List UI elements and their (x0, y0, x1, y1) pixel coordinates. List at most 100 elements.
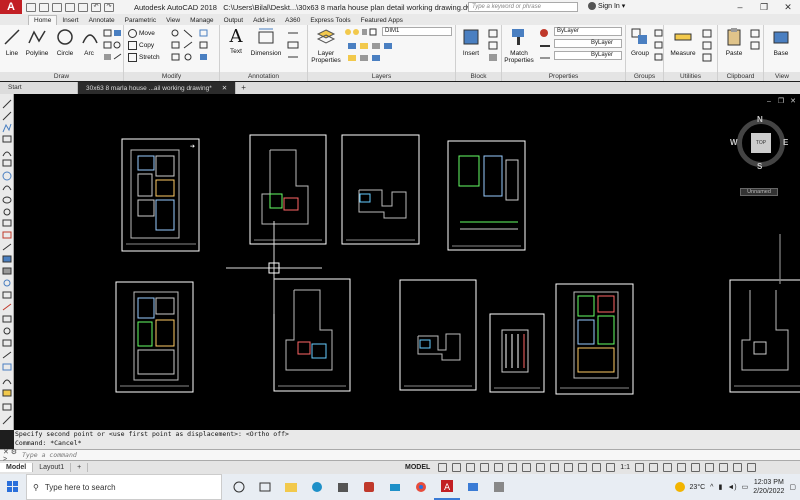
taskbar-search-input[interactable]: ⚲ Type here to search (26, 474, 222, 500)
edge-browser-icon[interactable] (304, 474, 330, 500)
app-icon[interactable] (486, 474, 512, 500)
base-button[interactable]: Base (768, 27, 794, 57)
sign-in-button[interactable]: Sign In ▾ (588, 2, 625, 10)
sheet-7[interactable] (399, 279, 477, 391)
clean-screen-icon[interactable] (733, 463, 743, 472)
view-cube[interactable]: TOP N S E W (730, 115, 788, 171)
command-input[interactable] (22, 451, 422, 459)
annotation-panel-title[interactable]: Annotation (220, 72, 307, 81)
linetype-dropdown[interactable]: ByLayer (554, 39, 622, 48)
block-extra-icons[interactable] (488, 29, 500, 65)
isodraft-icon[interactable] (494, 463, 504, 472)
compass-east[interactable]: E (783, 138, 788, 147)
new-tab-button[interactable]: + (236, 82, 251, 94)
circle-button[interactable]: Circle (54, 27, 76, 57)
redo-icon[interactable]: ↷ (104, 2, 114, 12)
layer-dropdown[interactable]: DIM1 (382, 27, 452, 36)
lineweight-dropdown[interactable]: ByLayer (554, 51, 622, 60)
utilities-extra-icons[interactable] (702, 29, 716, 65)
sheet-3[interactable] (341, 134, 420, 245)
transparency-icon[interactable] (550, 463, 560, 472)
tab-manage[interactable]: Manage (185, 16, 219, 25)
text-button[interactable]: A Text (226, 27, 246, 56)
draw-panel-title[interactable]: Draw (0, 72, 123, 81)
close-tab-icon[interactable]: ✕ (222, 85, 227, 92)
layer-tools-icons[interactable] (346, 41, 450, 67)
tab-express-tools[interactable]: Express Tools (305, 16, 355, 25)
ortho-icon[interactable] (466, 463, 476, 472)
save-icon[interactable] (52, 2, 62, 12)
view-cube-top-face[interactable]: TOP (751, 133, 771, 153)
isolate-objects-icon[interactable] (705, 463, 715, 472)
close-icon[interactable]: ✕ (776, 0, 800, 14)
photos-icon[interactable] (460, 474, 486, 500)
insert-button[interactable]: Insert (458, 27, 484, 57)
compass-west[interactable]: W (730, 138, 738, 147)
tab-annotate[interactable]: Annotate (84, 16, 120, 25)
tab-home[interactable]: Home (28, 15, 58, 25)
dimension-button[interactable]: Dimension (250, 27, 282, 57)
drawing-sheets[interactable]: ➔ (14, 94, 800, 430)
snap-icon[interactable] (452, 463, 462, 472)
sheet-4[interactable] (447, 140, 526, 251)
arc-button[interactable]: Arc (80, 27, 98, 57)
model-tab[interactable]: Model (0, 463, 34, 472)
ucs-menu[interactable]: Unnamed (740, 188, 778, 196)
block-panel-title[interactable]: Block (456, 72, 501, 81)
notification-icon[interactable]: ▢ (789, 483, 796, 491)
media-player-icon[interactable] (356, 474, 382, 500)
modify-panel-title[interactable]: Modify (124, 72, 219, 81)
annotation-scale[interactable]: 1:1 (620, 464, 630, 471)
object-snap-icon[interactable] (522, 463, 532, 472)
tab-featured-apps[interactable]: Featured Apps (356, 16, 408, 25)
temperature[interactable]: 23°C (690, 484, 706, 491)
autocad-logo-icon[interactable]: A (0, 0, 22, 14)
measure-button[interactable]: Measure (668, 27, 698, 57)
windows-start-icon[interactable] (0, 474, 26, 500)
left-toolbar-icons[interactable] (0, 94, 14, 430)
layer-properties-button[interactable]: Layer Properties (310, 27, 342, 64)
file-explorer-icon[interactable] (278, 474, 304, 500)
polar-icon[interactable] (480, 463, 490, 472)
workspace-gear-icon[interactable] (635, 463, 645, 472)
tray-chevron-icon[interactable]: ^ (710, 484, 713, 491)
move-button[interactable]: Move (128, 29, 155, 38)
clipboard-extra-icons[interactable] (750, 29, 762, 65)
autocad-taskbar-icon[interactable]: A (434, 474, 460, 500)
layout1-tab[interactable]: Layout1 (33, 463, 72, 472)
tab-parametric[interactable]: Parametric (120, 16, 161, 25)
widgets-icon[interactable] (252, 474, 278, 500)
help-search-input[interactable]: Type a keyword or phrase (468, 2, 578, 12)
quick-properties-icon[interactable] (677, 463, 687, 472)
auto-scale-icon[interactable] (606, 463, 616, 472)
object-snap-tracking-icon[interactable] (508, 463, 518, 472)
color-dropdown[interactable]: ByLayer (554, 27, 622, 36)
polyline-button[interactable]: Polyline (24, 27, 50, 57)
maximize-icon[interactable]: ❐ (752, 0, 776, 14)
tab-add-ins[interactable]: Add-ins (248, 16, 280, 25)
clock[interactable]: 12:03 PM 2/20/2022 (753, 478, 784, 496)
battery-icon[interactable]: ▭ (742, 483, 749, 491)
modify-extra-icons[interactable] (170, 29, 218, 65)
drawing-tab[interactable]: 30x63 8 marla house ...ail working drawi… (78, 82, 237, 94)
group-button[interactable]: Group (628, 27, 652, 57)
hardware-acceleration-icon[interactable] (719, 463, 729, 472)
customization-menu-icon[interactable] (747, 463, 757, 472)
paste-button[interactable]: Paste (722, 27, 746, 57)
sheet-2[interactable] (249, 134, 327, 245)
sheet-10[interactable] (729, 279, 800, 393)
copy-button[interactable]: Copy (128, 41, 154, 50)
lineweight-icon[interactable] (536, 463, 546, 472)
groups-extra-icons[interactable] (654, 29, 664, 65)
drawing-canvas[interactable]: – ❐ ✕ ➔ TOP N S E W Unnamed (14, 94, 800, 430)
tab-a360[interactable]: A360 (280, 16, 305, 25)
compass-north[interactable]: N (757, 115, 763, 124)
clipboard-panel-title[interactable]: Clipboard (718, 72, 763, 81)
tab-insert[interactable]: Insert (57, 16, 83, 25)
sheet-5[interactable] (115, 281, 194, 393)
draw-extra-icons[interactable] (102, 29, 122, 65)
plot-icon[interactable] (78, 2, 88, 12)
sheet-6[interactable] (273, 278, 351, 392)
model-space-toggle[interactable]: MODEL (405, 464, 430, 471)
annotation-visibility-icon[interactable] (592, 463, 602, 472)
